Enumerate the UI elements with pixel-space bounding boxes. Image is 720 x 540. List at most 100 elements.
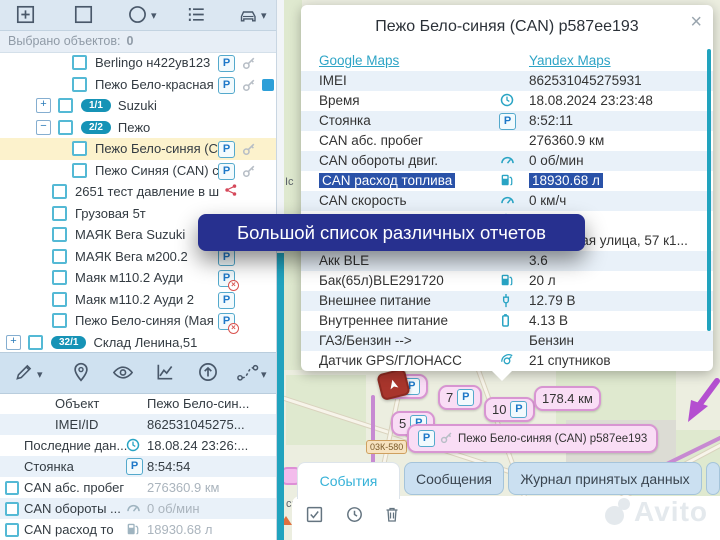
yandex-maps-link[interactable]: Yandex Maps (529, 53, 611, 68)
detail-row-can-fuel-selected[interactable]: CAN расход топлива 18930.68 л (301, 171, 713, 191)
sensor-checkbox[interactable] (5, 502, 19, 516)
group-row-suzuki[interactable]: + 1/1 Suzuki (0, 95, 276, 117)
unit-checkbox[interactable] (72, 55, 87, 70)
select-all-checkbox-icon[interactable] (306, 506, 323, 528)
parking-icon[interactable]: P (218, 77, 235, 94)
map-cluster-badge-7[interactable]: 7 P (438, 385, 482, 410)
stat-label: IMEI/ID (55, 417, 98, 432)
stat-label: Стоянка (24, 459, 74, 474)
detail-row-parking[interactable]: Стоянка P 8:52:11 (301, 111, 713, 131)
detail-row-imei[interactable]: IMEI 862531045275931 (301, 71, 713, 91)
map-distance-badge[interactable]: 178.4 км (534, 386, 601, 411)
google-maps-link[interactable]: Google Maps (319, 53, 399, 68)
map-unit-tooltip[interactable]: P Пежо Бело-синяя (CAN) p587ee193 (407, 424, 658, 453)
expand-icon[interactable]: + (36, 98, 51, 113)
group-checkbox[interactable] (58, 98, 73, 113)
route-icon[interactable] (236, 364, 260, 386)
unit-label: Пежо Бело-красная (95, 77, 214, 92)
group-label: Пежо (118, 120, 150, 135)
detail-row-can-mileage[interactable]: CAN абс. пробег 276360.9 км (301, 131, 713, 151)
unit-checkbox[interactable] (52, 270, 67, 285)
parking-off-icon[interactable]: P (218, 313, 235, 330)
map-cluster-badge-10[interactable]: 10 P (484, 397, 535, 422)
unit-checkbox[interactable] (52, 292, 67, 307)
parking-icon[interactable]: P (218, 141, 235, 158)
unit-row-mayak-m110-audi-2[interactable]: Маяк м110.2 Ауди 2 P (0, 289, 276, 311)
add-unit-icon[interactable] (16, 5, 35, 29)
unit-checkbox[interactable] (72, 163, 87, 178)
group-row-pezho[interactable]: − 2/2 Пежо (0, 117, 276, 139)
close-icon[interactable]: × (690, 12, 702, 32)
unit-row-pezho-sinyaya[interactable]: Пежо Синяя (CAN) с P (0, 160, 276, 182)
detail-row-akk-ble[interactable]: Акк BLE 3.6 (301, 251, 713, 271)
unit-row-pezho-belo-sinyaya-selected[interactable]: Пежо Бело-синяя (С P (0, 138, 276, 160)
unit-checkbox[interactable] (72, 77, 87, 92)
car-filter-icon[interactable] (238, 7, 259, 28)
detail-row-can-speed[interactable]: CAN скорость 0 км/ч (301, 191, 713, 211)
detail-row-gas-petrol[interactable]: ГАЗ/Бензин --> Бензин (301, 331, 713, 351)
unit-label: МАЯК Вега Suzuki (75, 227, 185, 242)
tab-messages[interactable]: Сообщения (404, 462, 504, 495)
collapse-icon[interactable]: − (36, 120, 51, 135)
detail-row-time[interactable]: Время 18.08.2024 23:23:48 (301, 91, 713, 111)
sensor-checkbox[interactable] (5, 523, 19, 537)
sidebar-scrollbar[interactable] (277, 253, 284, 540)
unit-row-mayak-m110-audi[interactable]: Маяк м110.2 Ауди P (0, 267, 276, 289)
detail-row-can-rpm[interactable]: CAN обороты двиг. 0 об/мин (301, 151, 713, 171)
unit-checkbox[interactable] (52, 313, 67, 328)
group-checkbox[interactable] (28, 335, 43, 350)
parking-icon[interactable]: P (218, 292, 235, 309)
unit-label: Маяк м110.2 Ауди (75, 270, 183, 285)
parking-icon[interactable]: P (218, 249, 235, 266)
parking-icon[interactable]: P (218, 163, 235, 180)
avito-logo-text: Avito (634, 496, 708, 528)
detail-row-internal-power[interactable]: Внутреннее питание 4.13 В (301, 311, 713, 331)
stat-value: 18.08.24 23:26:... (147, 438, 248, 453)
select-circle-icon[interactable] (128, 5, 147, 29)
tab-partial[interactable] (706, 462, 720, 495)
tab-events[interactable]: События (297, 462, 400, 499)
avito-logo-circle (618, 498, 630, 510)
popup-scrollbar[interactable] (707, 49, 711, 331)
tab-label: Сообщения (416, 471, 492, 487)
send-command-icon[interactable] (198, 362, 218, 387)
list-view-icon[interactable] (186, 5, 206, 29)
location-pin-icon[interactable] (72, 362, 90, 387)
parking-icon: P (418, 430, 435, 447)
unit-checkbox[interactable] (52, 227, 67, 242)
detail-row-tank[interactable]: Бак(65л)BLE291720 20 л (301, 271, 713, 291)
chevron-down-icon[interactable]: ▾ (261, 9, 267, 22)
select-square-icon[interactable] (74, 5, 93, 29)
unit-row-pezho-belo-sinyaya-mayak[interactable]: Пежо Бело-синяя (Мая P (0, 310, 276, 332)
detail-label: CAN обороты двиг. (319, 153, 438, 168)
sensor-checkbox[interactable] (5, 481, 19, 495)
unit-checkbox[interactable] (72, 141, 87, 156)
group-checkbox[interactable] (58, 120, 73, 135)
unit-checkbox[interactable] (52, 249, 67, 264)
group-row-sklad-lenina[interactable]: + 32/1 Склад Ленина,51 (0, 332, 276, 354)
track-direction-arrow-icon (684, 378, 720, 431)
chevron-down-icon[interactable]: ▾ (261, 368, 267, 381)
chart-icon[interactable] (155, 362, 175, 387)
history-clock-icon[interactable] (346, 506, 363, 528)
visibility-eye-icon[interactable] (112, 365, 134, 385)
unit-row-pezho-belo-krasnaya[interactable]: Пежо Бело-красная P (0, 74, 276, 96)
edit-pencil-icon[interactable] (14, 362, 34, 387)
trash-icon[interactable] (384, 506, 400, 528)
detail-label: ГАЗ/Бензин --> (319, 333, 412, 348)
tire-sensor-icon (224, 183, 238, 200)
parking-off-icon[interactable]: P (218, 270, 235, 287)
unit-checkbox[interactable] (52, 206, 67, 221)
detail-row-external-power[interactable]: Внешнее питание 12.79 В (301, 291, 713, 311)
unit-row-2651-test[interactable]: 2651 тест давление в ш (0, 181, 276, 203)
unit-checkbox[interactable] (52, 184, 67, 199)
detail-row-gps-sensor[interactable]: Датчик GPS/ГЛОНАСС 21 спутников (301, 351, 713, 371)
parking-icon[interactable]: P (218, 55, 235, 72)
stat-row-object: Объект Пежо Бело-син... (0, 393, 276, 414)
chevron-down-icon[interactable]: ▾ (151, 9, 157, 22)
tab-data-log[interactable]: Журнал принятых данных (508, 462, 702, 495)
chevron-down-icon[interactable]: ▾ (37, 368, 43, 381)
expand-icon[interactable]: + (6, 335, 21, 350)
unit-row-berlingo[interactable]: Berlingo н422ув123 P (0, 52, 276, 74)
key-icon (242, 164, 256, 181)
